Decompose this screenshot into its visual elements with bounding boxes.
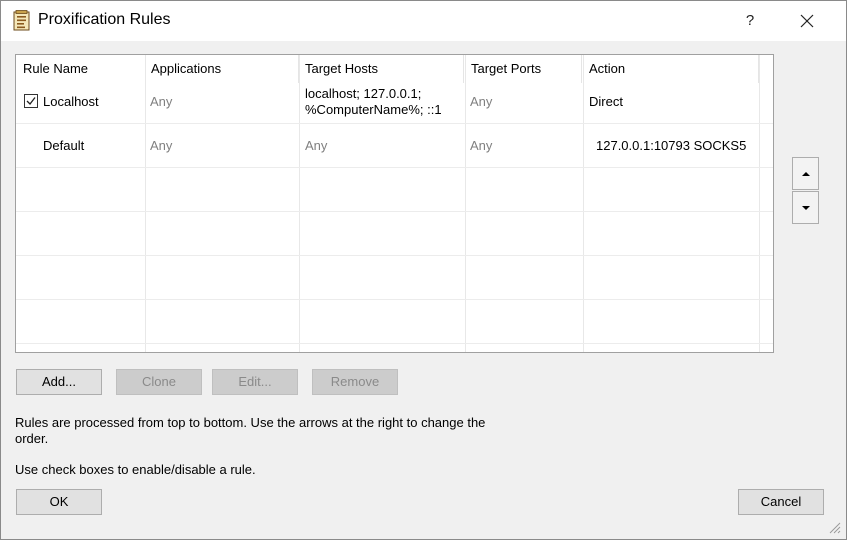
rule-name: Localhost xyxy=(43,94,99,109)
rule-action: Direct xyxy=(589,94,623,109)
move-rule-up-button[interactable] xyxy=(792,157,819,190)
rule-target-hosts-line1: localhost; 127.0.0.1; xyxy=(305,86,422,101)
column-divider xyxy=(759,55,760,352)
help-button[interactable]: ? xyxy=(736,1,764,41)
row-divider xyxy=(16,211,773,212)
resize-grip-icon[interactable] xyxy=(822,515,842,535)
rule-applications: Any xyxy=(150,94,173,109)
rule-action: 127.0.0.1:10793 SOCKS5 xyxy=(596,138,747,153)
remove-rule-button[interactable]: Remove xyxy=(312,369,398,395)
close-button[interactable] xyxy=(785,1,829,41)
row-divider xyxy=(16,299,773,300)
column-divider xyxy=(583,55,584,352)
rule-target-hosts: Any xyxy=(305,138,328,153)
rule-applications: Any xyxy=(150,138,173,153)
column-divider xyxy=(465,55,466,352)
column-divider xyxy=(145,55,146,352)
column-header-target-ports[interactable]: Target Ports xyxy=(464,55,582,83)
close-icon xyxy=(800,14,814,28)
proxification-rules-dialog: Proxification Rules ? Rule Name Applicat… xyxy=(0,0,847,540)
column-divider xyxy=(299,55,300,352)
info-text-checkboxes: Use check boxes to enable/disable a rule… xyxy=(15,462,256,477)
edit-rule-button[interactable]: Edit... xyxy=(212,369,298,395)
column-header-rule-name[interactable]: Rule Name xyxy=(16,55,146,83)
column-header-action[interactable]: Action xyxy=(582,55,759,83)
add-rule-button[interactable]: Add... xyxy=(16,369,102,395)
rules-table[interactable]: Rule Name Applications Target Hosts Targ… xyxy=(15,54,774,353)
checkmark-icon xyxy=(26,97,36,105)
rule-target-ports: Any xyxy=(470,94,493,109)
rule-name: Default xyxy=(43,138,85,153)
clone-rule-button[interactable]: Clone xyxy=(116,369,202,395)
arrow-down-icon xyxy=(802,206,810,210)
info-text-line1: Rules are processed from top to bottom. … xyxy=(15,415,486,430)
row-divider xyxy=(16,167,773,168)
column-header-target-hosts[interactable]: Target Hosts xyxy=(298,55,464,83)
rule-target-ports: Any xyxy=(470,138,493,153)
rule-target-hosts-line2: %ComputerName%; ::1 xyxy=(305,102,442,117)
cancel-button[interactable]: Cancel xyxy=(738,489,824,515)
column-header-applications[interactable]: Applications xyxy=(144,55,299,83)
rule-enabled-checkbox[interactable] xyxy=(24,94,38,108)
row-divider xyxy=(16,123,773,124)
arrow-up-icon xyxy=(802,172,810,176)
rules-document-icon xyxy=(13,10,30,31)
ok-button[interactable]: OK xyxy=(16,489,102,515)
dialog-title: Proxification Rules xyxy=(38,11,171,28)
title-bar[interactable]: Proxification Rules ? xyxy=(1,1,846,41)
info-text-line2: order. xyxy=(15,431,49,446)
move-rule-down-button[interactable] xyxy=(792,191,819,224)
row-divider xyxy=(16,255,773,256)
row-divider xyxy=(16,343,773,344)
